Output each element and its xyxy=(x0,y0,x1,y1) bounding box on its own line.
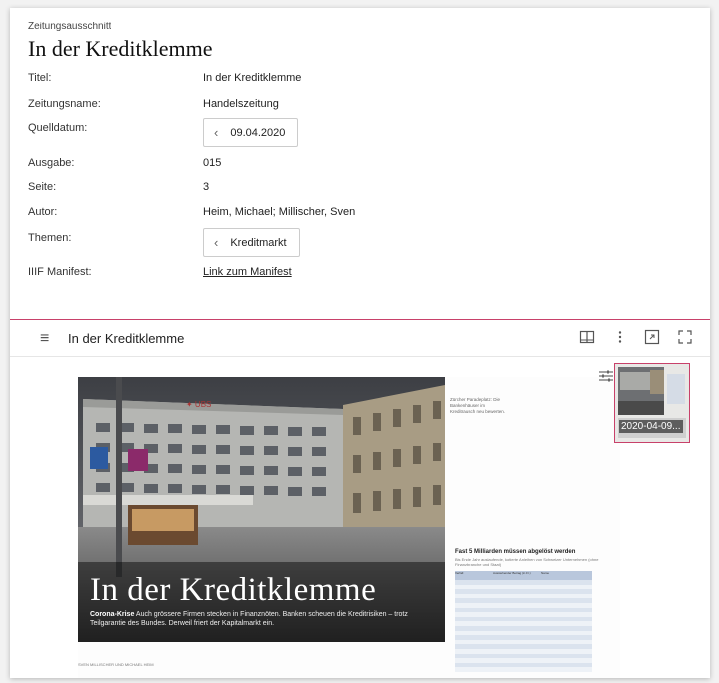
date-chip-value: 09.04.2020 xyxy=(230,126,286,139)
field-label-titel: Titel: xyxy=(28,72,52,84)
table-header: Name xyxy=(541,571,550,575)
article-headline: In der Kreditklemme xyxy=(90,572,377,608)
chevron-left-icon: ‹ xyxy=(214,125,219,140)
fullscreen-icon[interactable] xyxy=(677,329,693,345)
field-label-seite: Seite: xyxy=(28,181,57,193)
field-value-titel: In der Kreditklemme xyxy=(203,72,302,84)
record-card: Zeitungsausschnitt In der Kreditklemme T… xyxy=(10,8,710,678)
thumbnail-label: 2020-04-09... xyxy=(619,420,683,433)
field-label-themen: Themen: xyxy=(28,232,72,244)
bond-table: Verfall Ausstehender Betrag (in Fr.) Nam… xyxy=(455,571,592,672)
table-subtitle: Bis Ende Jahr auslaufende, kotierte Anle… xyxy=(455,557,599,567)
manifest-link[interactable]: Link zum Manifest xyxy=(203,266,292,278)
menu-icon[interactable]: ≡ xyxy=(40,330,49,348)
field-value-ausgabe: 015 xyxy=(203,157,222,169)
field-value-seite: 3 xyxy=(203,181,210,193)
field-label-autor: Autor: xyxy=(28,206,58,218)
page-thumbnail[interactable]: 2020-04-09... xyxy=(614,363,690,443)
field-label-iiif: IIIF Manifest: xyxy=(28,266,92,278)
topic-chip-value: Kreditmarkt xyxy=(230,236,287,249)
tune-icon[interactable] xyxy=(598,369,614,383)
field-label-zeitungsname: Zeitungsname: xyxy=(28,98,101,110)
table-title: Fast 5 Milliarden müssen abgelöst werden xyxy=(455,549,576,555)
window-view-icon[interactable] xyxy=(644,329,660,345)
chevron-left-icon: ‹ xyxy=(214,235,219,250)
viewer-title: In der Kreditklemme xyxy=(68,331,185,346)
viewer-toolbar: ≡ In der Kreditklemme xyxy=(10,320,710,357)
field-label-quelldatum: Quelldatum: xyxy=(28,122,88,134)
article-byline: SVEN MILLISCHER UND MICHAEL HEIM xyxy=(78,662,154,667)
more-vert-icon[interactable] xyxy=(612,329,628,345)
topic-chip[interactable]: ‹ Kreditmarkt xyxy=(203,228,300,257)
table-row xyxy=(455,667,592,672)
newspaper-page: ✦ UBS In der Kreditklemme Corona-Krise A… xyxy=(78,377,620,678)
field-label-ausgabe: Ausgabe: xyxy=(28,157,75,169)
page-title: In der Kreditklemme xyxy=(28,36,213,61)
book-view-icon[interactable] xyxy=(579,329,595,345)
article-lede-kicker: Corona-Krise xyxy=(90,611,135,618)
record-type-label: Zeitungsausschnitt xyxy=(28,22,112,32)
table-header-row: Verfall Ausstehender Betrag (in Fr.) Nam… xyxy=(455,571,592,580)
photo-caption: Zürcher Paradeplatz: Die Bankenhäuser im… xyxy=(450,397,506,414)
field-value-zeitungsname: Handelszeitung xyxy=(203,98,279,110)
date-chip[interactable]: ‹ 09.04.2020 xyxy=(203,118,299,147)
table-header: Verfall xyxy=(455,571,464,575)
table-header: Ausstehender Betrag (in Fr.) xyxy=(493,571,531,575)
article-lede-text: Auch grössere Firmen stecken in Finanznö… xyxy=(90,611,408,627)
viewer-canvas[interactable]: ✦ UBS In der Kreditklemme Corona-Krise A… xyxy=(10,357,710,678)
article-lede: Corona-Krise Auch grössere Firmen stecke… xyxy=(90,610,420,628)
svg-text:✦ UBS: ✦ UBS xyxy=(186,400,211,409)
field-value-autor: Heim, Michael; Millischer, Sven xyxy=(203,206,356,218)
